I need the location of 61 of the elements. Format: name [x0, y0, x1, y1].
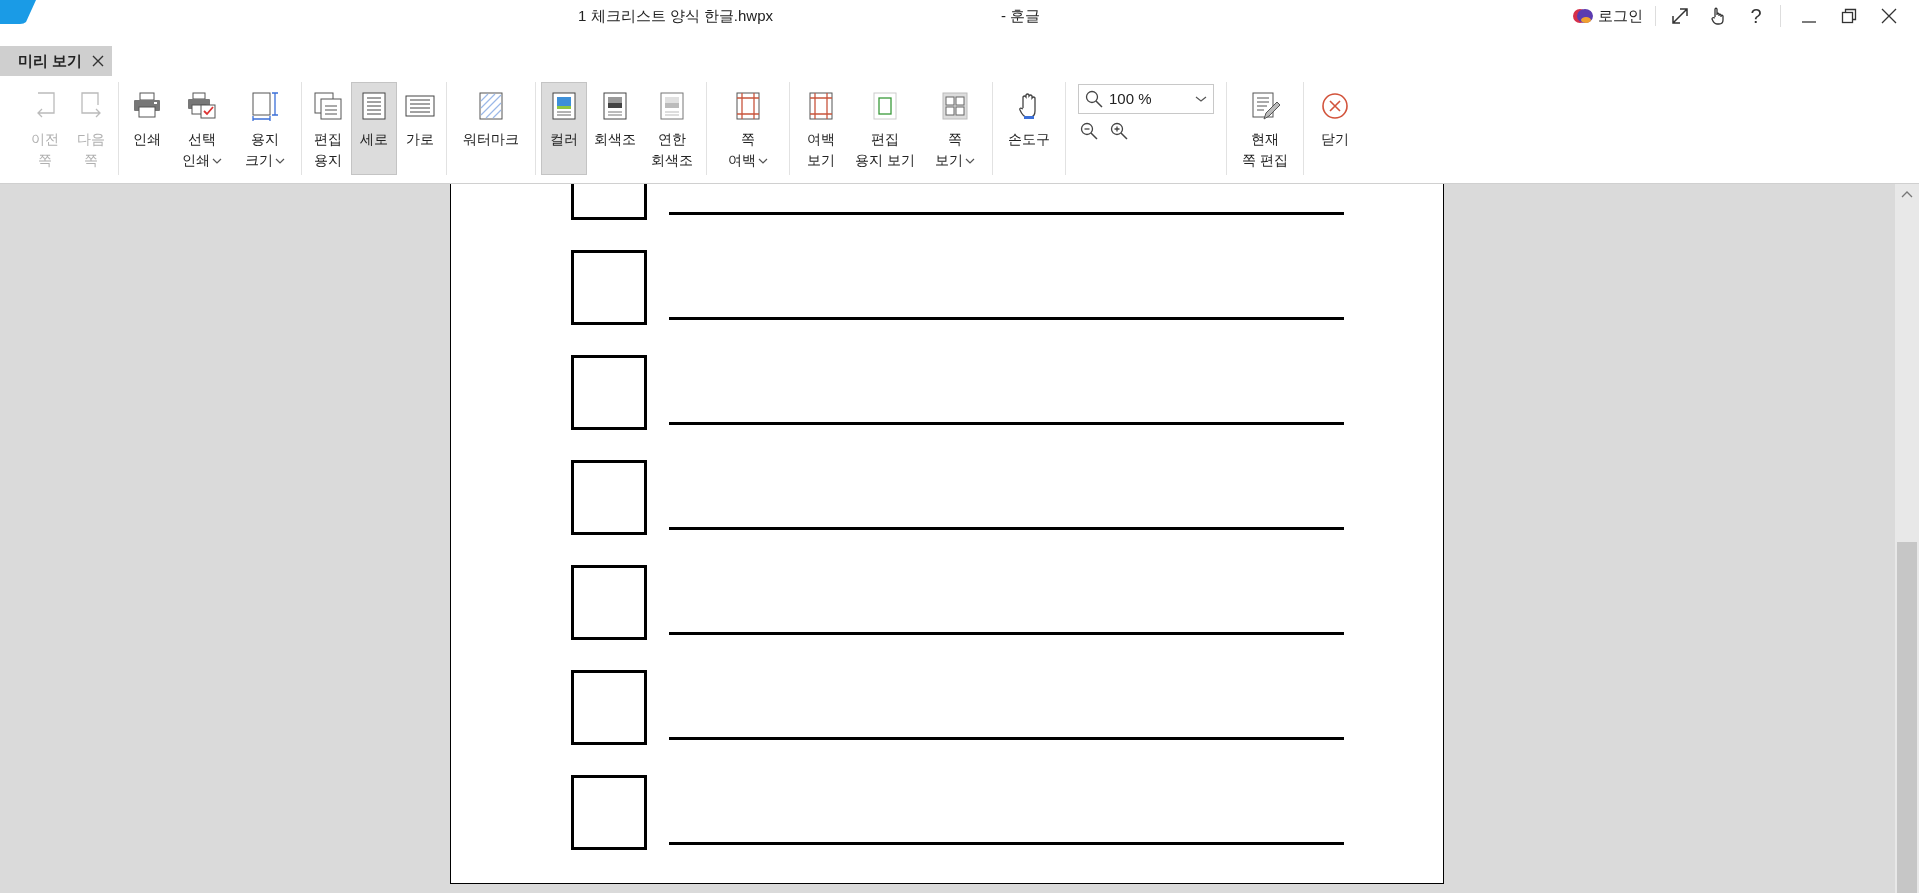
help-button[interactable]: ?	[1746, 1, 1766, 31]
close-icon[interactable]	[1881, 8, 1897, 24]
page-margin-icon	[733, 91, 763, 121]
close-circle-icon	[1320, 91, 1350, 121]
toolbar-button[interactable]: 선택 인쇄	[172, 82, 232, 175]
toolbar-button[interactable]: 컬러	[541, 82, 587, 175]
toolbar-button[interactable]: 워터마크	[452, 82, 530, 175]
checkbox[interactable]	[571, 565, 647, 640]
scroll-up-icon[interactable]	[1901, 190, 1913, 198]
faded-page-icon	[657, 91, 687, 121]
toolbar-button[interactable]: 연한 회색조	[643, 82, 701, 175]
toolbar-button[interactable]: 닫기	[1309, 82, 1361, 175]
scrollbar-thumb[interactable]	[1897, 542, 1917, 893]
scrollbar[interactable]	[1895, 184, 1919, 893]
app-name: - 훈글	[1001, 5, 1041, 26]
close-icon[interactable]	[92, 55, 105, 67]
toolbar-button[interactable]: 손도구	[998, 82, 1060, 175]
toolbar-button[interactable]: 쪽 보기	[923, 82, 987, 175]
grayscale-page-icon	[600, 91, 630, 121]
toolbar-button[interactable]: 편집 용지 보기	[849, 82, 921, 175]
restore-icon[interactable]	[1841, 8, 1857, 24]
app-logo-icon	[0, 0, 38, 24]
printer-icon	[132, 91, 162, 121]
multi-page-icon	[940, 91, 970, 121]
checkbox[interactable]	[571, 355, 647, 430]
chevron-down-icon	[758, 156, 768, 165]
checkbox[interactable]	[571, 460, 647, 535]
color-page-icon	[549, 91, 579, 121]
portrait-page-icon	[359, 91, 389, 121]
pages-icon	[313, 91, 343, 121]
zoom-field[interactable]: 100 %	[1078, 84, 1214, 114]
checkbox[interactable]	[571, 250, 647, 325]
chevron-down-icon	[212, 156, 222, 165]
toolbar-button[interactable]: 가로	[399, 82, 441, 175]
account-logo-icon	[1572, 7, 1594, 25]
toolbar-button[interactable]: 여백 보기	[795, 82, 847, 175]
expand-icon[interactable]	[1670, 6, 1690, 26]
toolbar-button[interactable]: 회색조	[589, 82, 641, 175]
login-button[interactable]: 로그인	[1598, 6, 1656, 26]
toolbar-button[interactable]: 현재 쪽 편집	[1232, 82, 1298, 175]
page-size-icon	[250, 91, 280, 121]
zoom-in-icon[interactable]	[1110, 122, 1128, 140]
printer-check-icon	[187, 91, 217, 121]
chevron-down-icon	[965, 156, 975, 165]
toolbar-button[interactable]: 세로	[351, 82, 397, 175]
checkbox[interactable]	[571, 670, 647, 745]
toolbar-button[interactable]: 용지 크기	[234, 82, 296, 175]
zoom-out-icon[interactable]	[1080, 122, 1098, 140]
chevron-down-icon	[1195, 95, 1207, 103]
chevron-down-icon	[275, 156, 285, 165]
checkbox[interactable]	[571, 775, 647, 850]
toolbar-button[interactable]: 편집 용지	[307, 82, 349, 175]
edit-page-icon	[1250, 91, 1280, 121]
page-outline-icon	[870, 91, 900, 121]
toolbar-button[interactable]: 인쇄	[124, 82, 170, 175]
watermark-icon	[476, 91, 506, 121]
margin-view-icon	[806, 91, 836, 121]
tab[interactable]: 미리 보기	[0, 46, 113, 76]
toolbar-button[interactable]: 쪽 여백	[712, 82, 784, 175]
search-icon	[1085, 90, 1103, 108]
window-title: 1 체크리스트 양식 한글.hwpx	[578, 5, 774, 26]
